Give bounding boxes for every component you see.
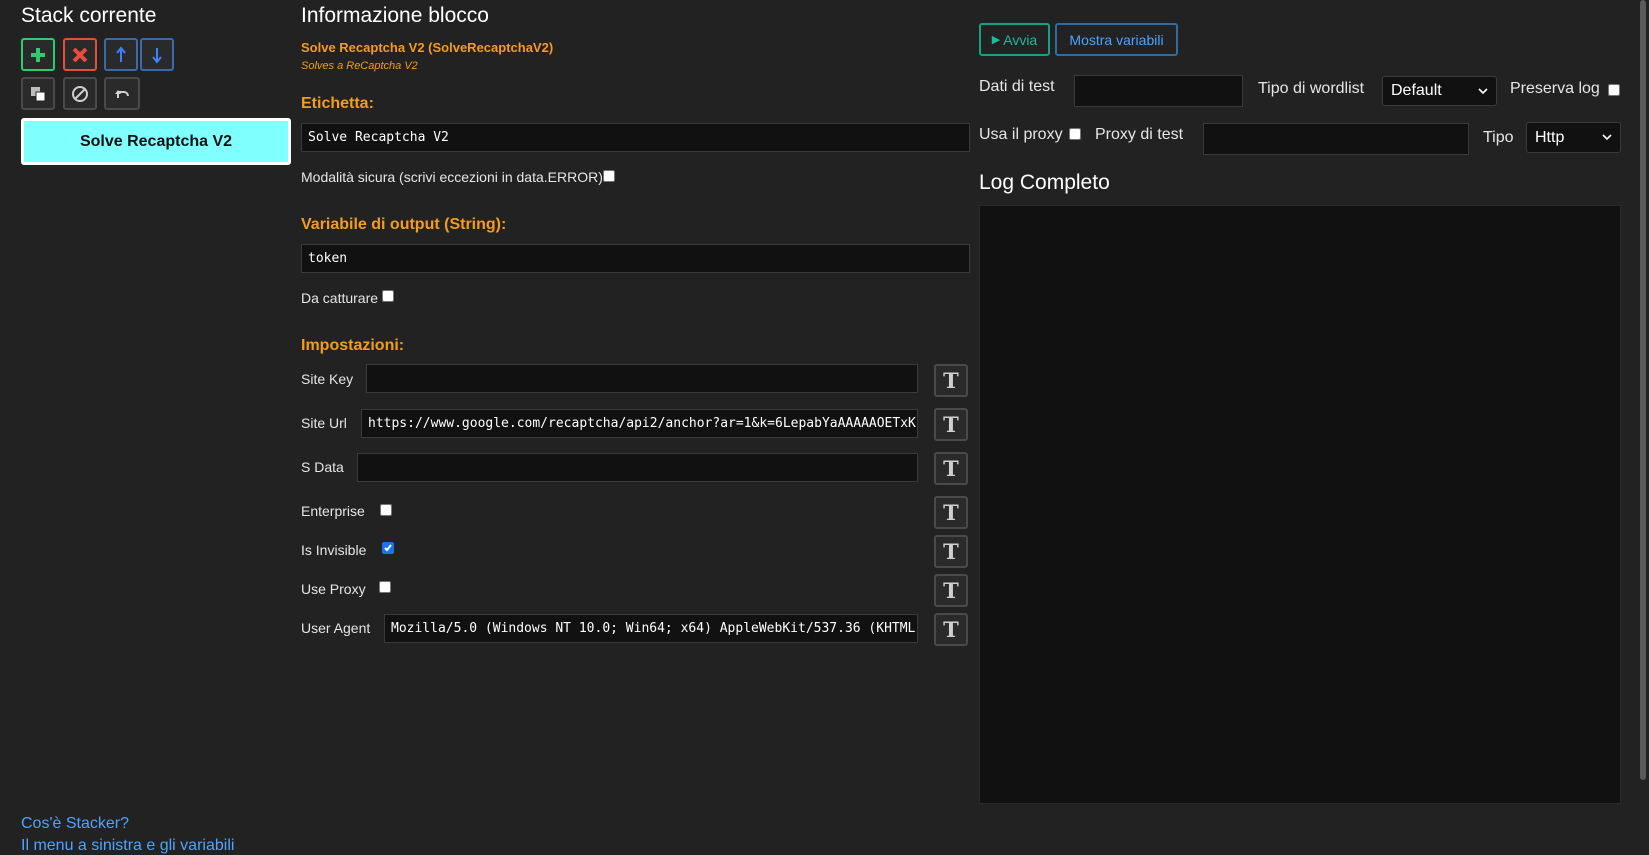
safe-mode-label: Modalità sicura (scrivi eccezioni in dat… — [301, 169, 603, 185]
test-proxy-input[interactable] — [1203, 123, 1469, 155]
settings-heading: Impostazioni: — [301, 337, 405, 354]
add-block-button[interactable] — [21, 38, 55, 71]
use-proxy-setting-checkbox[interactable] — [379, 581, 391, 593]
block-info-title: Informazione blocco — [301, 4, 489, 27]
what-is-stacker-link[interactable]: Cos'è Stacker? — [21, 815, 129, 833]
text-type-icon: T — [943, 456, 959, 481]
check-icon — [384, 544, 392, 552]
site-url-type-button[interactable]: T — [934, 408, 968, 441]
remove-block-button[interactable] — [63, 38, 97, 71]
s-data-type-button[interactable]: T — [934, 452, 968, 485]
text-type-icon: T — [943, 578, 959, 603]
block-name: Solve Recaptcha V2 (SolveRecaptchaV2) — [301, 40, 554, 55]
stack-title: Stack corrente — [21, 4, 157, 27]
text-type-icon: T — [943, 617, 959, 642]
is-invisible-checkbox[interactable] — [382, 542, 394, 554]
site-url-label: Site Url — [301, 415, 347, 431]
stack-block-label: Solve Recaptcha V2 — [79, 132, 233, 150]
block-description: Solves a ReCaptcha V2 — [301, 60, 418, 72]
s-data-input[interactable] — [357, 453, 918, 482]
user-agent-type-button[interactable]: T — [934, 613, 968, 646]
site-key-type-button[interactable]: T — [934, 364, 968, 397]
enterprise-checkbox[interactable] — [380, 504, 392, 516]
left-menu-variables-link[interactable]: Il menu a sinistra e gli variabili — [21, 837, 234, 855]
log-title: Log Completo — [979, 171, 1110, 194]
label-input[interactable]: Solve Recaptcha V2 — [301, 123, 970, 152]
chevron-down-icon — [1478, 87, 1488, 94]
arrow-down-icon — [152, 47, 162, 64]
stack-block-item[interactable]: Solve Recaptcha V2 — [21, 118, 291, 165]
site-key-input[interactable] — [366, 364, 918, 393]
clone-icon — [31, 86, 46, 101]
label-heading: Etichetta: — [301, 95, 374, 112]
enterprise-type-button[interactable]: T — [934, 496, 968, 529]
use-proxy-checkbox[interactable] — [1069, 128, 1081, 140]
user-agent-input[interactable]: Mozilla/5.0 (Windows NT 10.0; Win64; x64… — [384, 614, 918, 643]
move-down-button[interactable] — [140, 38, 174, 71]
s-data-label: S Data — [301, 459, 344, 475]
test-data-label: Dati di test — [979, 78, 1055, 95]
use-proxy-type-button[interactable]: T — [934, 574, 968, 607]
undo-icon — [115, 89, 129, 98]
is-invisible-label: Is Invisible — [301, 542, 367, 558]
undo-button[interactable] — [104, 77, 140, 110]
start-button[interactable]: ▶ Avvia — [979, 23, 1050, 56]
proxy-type-select[interactable]: Http — [1526, 122, 1621, 153]
keep-log-checkbox[interactable] — [1608, 84, 1620, 96]
output-heading: Variabile di output (String): — [301, 216, 507, 233]
chevron-down-icon — [1602, 134, 1612, 141]
safe-mode-checkbox[interactable] — [603, 170, 615, 182]
log-panel[interactable] — [979, 205, 1621, 804]
test-proxy-label: Proxy di test — [1095, 126, 1184, 143]
is-invisible-type-button[interactable]: T — [934, 535, 968, 568]
close-icon — [72, 47, 88, 62]
clone-block-button[interactable] — [21, 77, 55, 110]
wordlist-type-label: Tipo di wordlist — [1258, 80, 1365, 97]
keep-log-label: Preserva log — [1510, 80, 1600, 97]
use-proxy-label: Usa il proxy — [979, 126, 1063, 143]
site-key-label: Site Key — [301, 371, 354, 387]
proxy-type-label: Tipo — [1483, 129, 1514, 146]
user-agent-label: User Agent — [301, 620, 371, 636]
disable-icon — [72, 85, 88, 102]
output-variable-input[interactable]: token — [301, 244, 970, 273]
test-data-input[interactable] — [1074, 75, 1243, 107]
site-url-input[interactable]: https://www.google.com/recaptcha/api2/an… — [361, 409, 918, 438]
show-variables-button[interactable]: Mostra variabili — [1055, 23, 1178, 56]
capture-label: Da catturare — [301, 290, 379, 306]
capture-checkbox[interactable] — [382, 290, 394, 302]
text-type-icon: T — [943, 500, 959, 525]
enterprise-label: Enterprise — [301, 503, 365, 519]
arrow-up-icon — [116, 45, 126, 62]
text-type-icon: T — [943, 539, 959, 564]
text-type-icon: T — [943, 412, 959, 437]
page-scrollbar[interactable] — [1640, 0, 1646, 780]
move-up-button[interactable] — [104, 38, 138, 71]
plus-icon — [31, 47, 45, 62]
play-icon: ▶ — [991, 34, 1001, 46]
disable-block-button[interactable] — [63, 77, 97, 110]
wordlist-type-select[interactable]: Default — [1382, 76, 1497, 106]
use-proxy-setting-label: Use Proxy — [301, 581, 366, 597]
text-type-icon: T — [943, 368, 959, 393]
